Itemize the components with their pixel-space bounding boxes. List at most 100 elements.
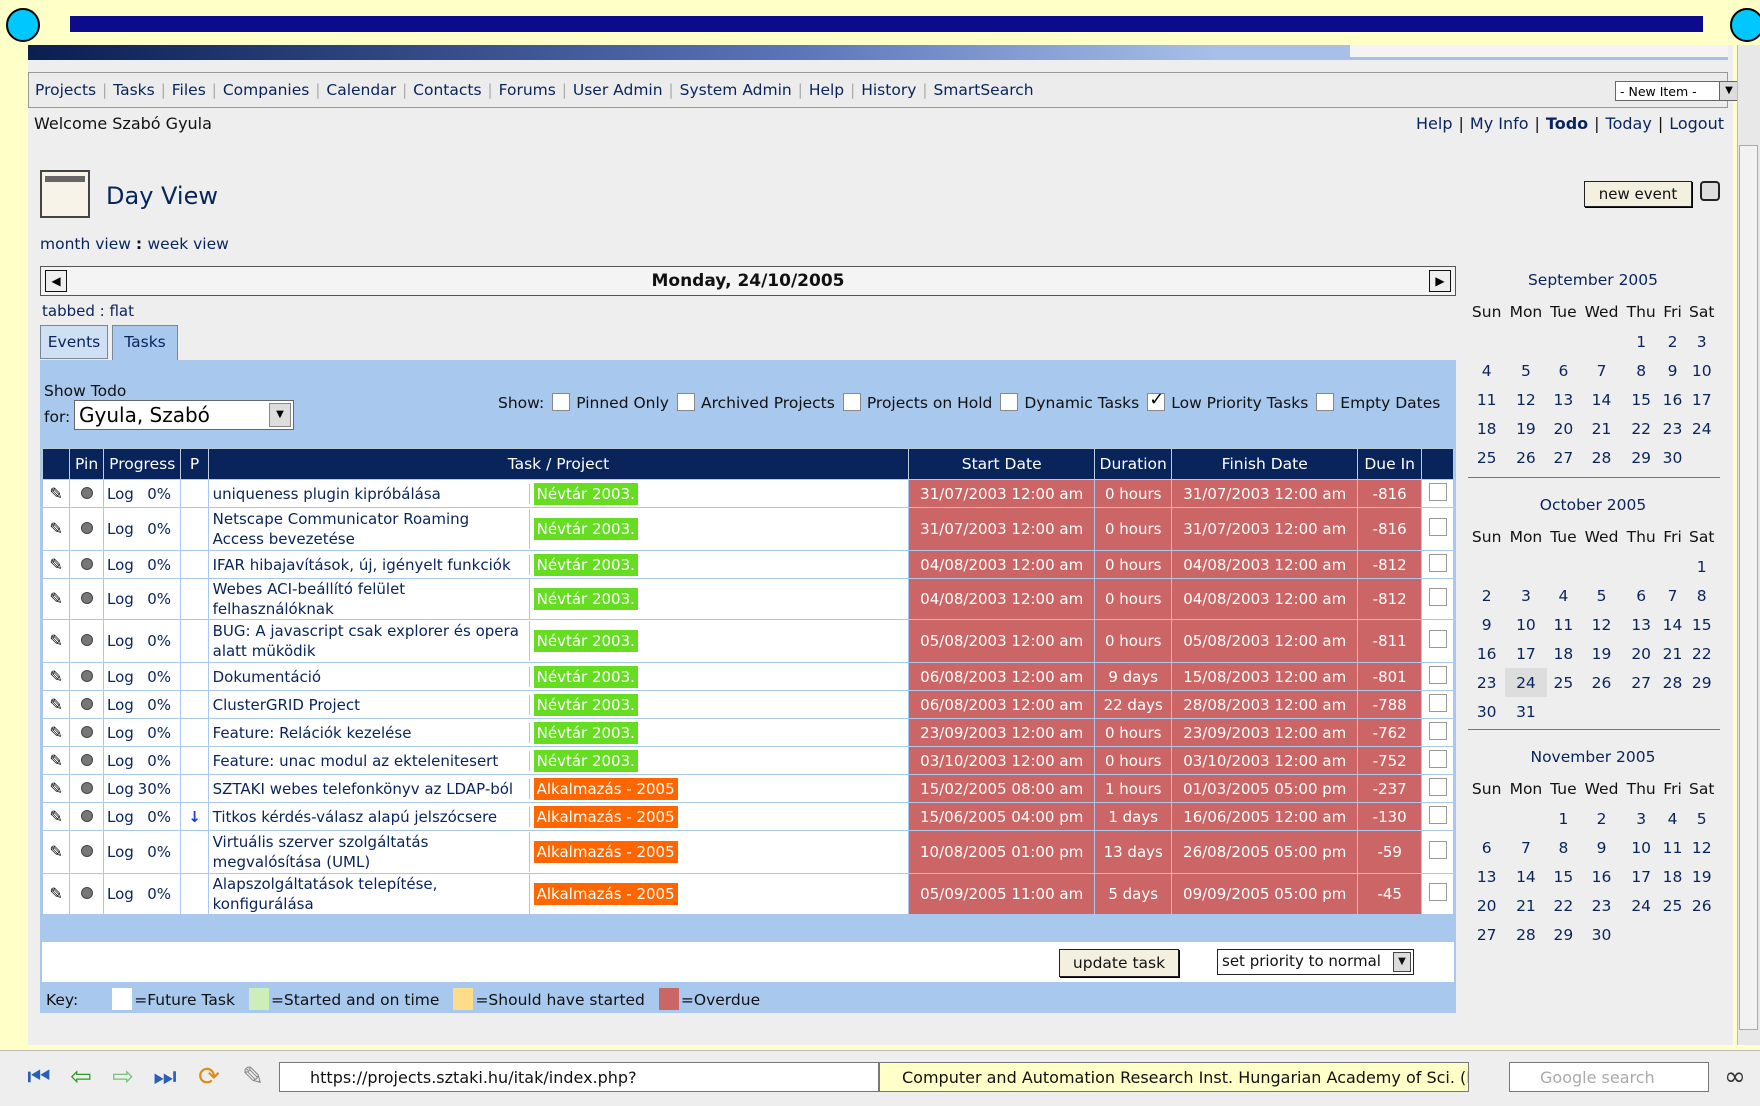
- scrollbar-thumb[interactable]: [1739, 145, 1758, 1030]
- pin-icon[interactable]: [80, 887, 93, 899]
- calendar-day[interactable]: 29: [1685, 668, 1718, 697]
- header-link-my-info[interactable]: My Info: [1470, 114, 1529, 133]
- nav-link-contacts[interactable]: Contacts: [413, 81, 481, 99]
- calendar-day[interactable]: 21: [1580, 414, 1622, 443]
- calendar-day[interactable]: 18: [1468, 414, 1505, 443]
- filter-checkbox[interactable]: [1000, 393, 1019, 411]
- log-link[interactable]: Log: [107, 843, 137, 861]
- row-checkbox[interactable]: [1428, 665, 1447, 684]
- log-link[interactable]: Log: [107, 808, 137, 826]
- pin-icon[interactable]: [80, 781, 93, 794]
- task-name-link[interactable]: Netscape Communicator Roaming Access bev…: [209, 509, 530, 549]
- pin-icon[interactable]: [80, 592, 93, 604]
- calendar-day[interactable]: 28: [1580, 443, 1622, 472]
- pencil-icon[interactable]: ✎: [47, 632, 65, 650]
- calendar-day[interactable]: 6: [1468, 833, 1505, 862]
- pencil-icon[interactable]: ✎: [47, 807, 65, 826]
- pin-icon[interactable]: [80, 753, 93, 766]
- calendar-day[interactable]: 21: [1660, 639, 1686, 668]
- calendar-day[interactable]: 30: [1580, 920, 1622, 949]
- calendar-day[interactable]: 5: [1505, 356, 1546, 385]
- binoculars-icon[interactable]: ∞: [1720, 1062, 1750, 1092]
- pencil-icon[interactable]: ✎: [47, 885, 65, 903]
- calendar-day[interactable]: 22: [1685, 639, 1718, 668]
- calendar-day[interactable]: 8: [1623, 356, 1660, 385]
- calendar-day[interactable]: 26: [1580, 668, 1622, 697]
- filter-checkbox[interactable]: [676, 393, 695, 411]
- log-link[interactable]: Log: [107, 668, 137, 686]
- nav-link-history[interactable]: History: [861, 81, 916, 99]
- calendar-day[interactable]: 1: [1623, 327, 1660, 356]
- calendar-day[interactable]: 23: [1580, 891, 1622, 920]
- reload-icon[interactable]: ⟳: [194, 1062, 224, 1092]
- project-badge[interactable]: Névtár 2003.: [533, 482, 638, 505]
- filter-checkbox[interactable]: [1147, 389, 1166, 411]
- next-day-button[interactable]: ▶: [1429, 270, 1451, 292]
- calendar-day[interactable]: 18: [1547, 639, 1581, 668]
- pencil-icon[interactable]: ✎: [47, 843, 65, 861]
- nav-link-calendar[interactable]: Calendar: [326, 81, 396, 99]
- calendar-day[interactable]: 19: [1505, 414, 1546, 443]
- log-link[interactable]: Log: [107, 485, 137, 503]
- pencil-icon[interactable]: ✎: [47, 695, 65, 714]
- tabbed-link[interactable]: tabbed: [42, 302, 95, 320]
- calendar-day[interactable]: 13: [1547, 385, 1581, 414]
- calendar-day[interactable]: 12: [1505, 385, 1546, 414]
- pin-icon[interactable]: [80, 725, 93, 738]
- calendar-day[interactable]: 20: [1468, 891, 1505, 920]
- nav-link-companies[interactable]: Companies: [223, 81, 309, 99]
- calendar-day[interactable]: 29: [1623, 443, 1660, 472]
- calendar-day[interactable]: 15: [1623, 385, 1660, 414]
- project-badge[interactable]: Névtár 2003.: [533, 553, 638, 576]
- calendar-day[interactable]: 3: [1685, 327, 1718, 356]
- url-field[interactable]: https://projects.sztaki.hu/itak/index.ph…: [279, 1062, 879, 1092]
- project-badge[interactable]: Névtár 2003.: [533, 588, 638, 610]
- calendar-day[interactable]: 3: [1505, 581, 1546, 610]
- calendar-day[interactable]: 2: [1580, 804, 1622, 833]
- nav-link-smartsearch[interactable]: SmartSearch: [933, 81, 1033, 99]
- pin-icon[interactable]: [80, 634, 93, 646]
- pin-icon[interactable]: [80, 557, 93, 570]
- calendar-day[interactable]: 1: [1547, 804, 1581, 833]
- update-task-button[interactable]: update task: [1059, 949, 1179, 977]
- project-badge[interactable]: Alkalmazás - 2005: [533, 841, 678, 863]
- calendar-day[interactable]: 10: [1505, 610, 1546, 639]
- row-checkbox[interactable]: [1428, 630, 1447, 648]
- project-badge[interactable]: Névtár 2003.: [533, 630, 638, 652]
- calendar-day[interactable]: 27: [1468, 920, 1505, 949]
- project-badge[interactable]: Alkalmazás - 2005: [533, 777, 678, 800]
- task-name-link[interactable]: Dokumentáció: [209, 666, 530, 687]
- row-checkbox[interactable]: [1428, 749, 1447, 768]
- calendar-day[interactable]: 22: [1547, 891, 1581, 920]
- task-name-link[interactable]: SZTAKI webes telefonkönyv az LDAP-ból: [209, 778, 530, 799]
- row-checkbox[interactable]: [1428, 721, 1447, 740]
- calendar-day[interactable]: 4: [1547, 581, 1581, 610]
- pencil-icon[interactable]: ✎: [47, 779, 65, 798]
- pencil-icon[interactable]: ✎: [47, 590, 65, 608]
- calendar-day[interactable]: 17: [1685, 385, 1718, 414]
- calendar-day[interactable]: 9: [1580, 833, 1622, 862]
- new-event-button[interactable]: new event: [1584, 181, 1692, 207]
- header-link-todo[interactable]: Todo: [1546, 114, 1588, 133]
- task-name-link[interactable]: uniqueness plugin kipróbálása: [209, 483, 530, 504]
- pin-icon[interactable]: [80, 669, 93, 682]
- nav-link-user-admin[interactable]: User Admin: [573, 81, 663, 99]
- pencil-icon[interactable]: ✎: [47, 723, 65, 742]
- calendar-day[interactable]: 4: [1468, 356, 1505, 385]
- calendar-day[interactable]: 11: [1547, 610, 1581, 639]
- project-badge[interactable]: Névtár 2003.: [533, 518, 638, 540]
- calendar-day[interactable]: 28: [1505, 920, 1546, 949]
- flat-link[interactable]: flat: [109, 302, 134, 320]
- pencil-icon[interactable]: ✎: [47, 555, 65, 574]
- month-view-link[interactable]: month view: [40, 235, 131, 253]
- forward-arrow-icon[interactable]: ⇨: [108, 1062, 138, 1092]
- row-checkbox[interactable]: [1428, 693, 1447, 712]
- calendar-day[interactable]: 8: [1547, 833, 1581, 862]
- row-checkbox[interactable]: [1428, 805, 1447, 824]
- calendar-month-title[interactable]: October 2005: [1468, 496, 1718, 514]
- calendar-day[interactable]: 20: [1623, 639, 1660, 668]
- nav-link-help[interactable]: Help: [809, 81, 844, 99]
- calendar-day[interactable]: 29: [1547, 920, 1581, 949]
- log-link[interactable]: Log: [107, 780, 137, 798]
- calendar-day[interactable]: 10: [1623, 833, 1660, 862]
